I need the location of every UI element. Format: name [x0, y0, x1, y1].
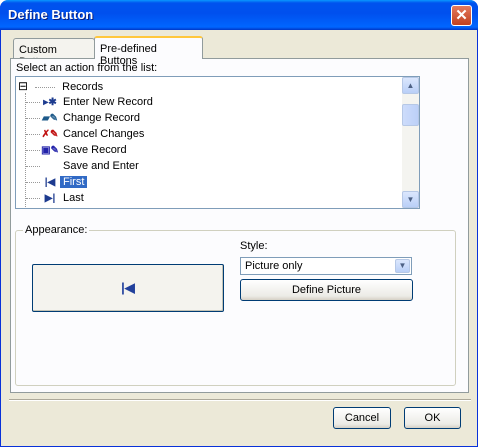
- cancel-button[interactable]: Cancel: [333, 407, 391, 429]
- chevron-down-icon[interactable]: ▼: [395, 259, 410, 273]
- tree-item[interactable]: ▶| Last: [26, 190, 84, 206]
- tree-item[interactable]: ✗✎ Cancel Changes: [26, 126, 144, 142]
- appearance-label: Appearance:: [23, 224, 90, 236]
- collapse-icon[interactable]: ⊟: [18, 78, 32, 94]
- tree-item-label: Last: [63, 192, 84, 204]
- scroll-down-button[interactable]: ▼: [402, 191, 419, 208]
- vertical-scrollbar[interactable]: ▲ ▼: [402, 77, 419, 208]
- style-label: Style:: [240, 240, 268, 252]
- new-record-icon: ▸✱: [43, 97, 57, 108]
- define-picture-button[interactable]: Define Picture: [240, 279, 413, 301]
- tree-item[interactable]: ▣✎ Save Record: [26, 142, 127, 158]
- chevron-down-icon: ▼: [406, 195, 415, 204]
- chevron-up-icon: ▲: [406, 81, 415, 90]
- first-record-icon: |◀: [121, 280, 135, 295]
- first-record-icon: |◀: [44, 177, 56, 188]
- ok-button[interactable]: OK: [404, 407, 461, 429]
- tree-item-label: Save Record: [63, 144, 127, 156]
- tab-custom-button[interactable]: Custom Button: [13, 38, 95, 68]
- tree-item-label: Save and Enter: [63, 160, 139, 172]
- tree-node-records[interactable]: ⊟ Records: [18, 78, 103, 94]
- scroll-up-button[interactable]: ▲: [402, 77, 419, 94]
- tree-item[interactable]: Save and Enter: [26, 158, 139, 174]
- define-button-dialog: Define Button ✕ Custom Button Pre-define…: [0, 0, 478, 447]
- tree-item-label: Cancel Changes: [63, 128, 145, 140]
- save-record-icon: ▣✎: [41, 145, 59, 156]
- scroll-thumb[interactable]: [402, 104, 419, 126]
- tree-item[interactable]: |◀ First: [26, 174, 88, 190]
- title-bar[interactable]: Define Button ✕: [0, 0, 478, 30]
- button-preview: |◀: [32, 264, 224, 312]
- tree-item[interactable]: ▸✱ Enter New Record: [26, 94, 153, 110]
- close-icon: ✕: [455, 7, 468, 24]
- tree-item-label: Change Record: [63, 112, 141, 124]
- last-record-icon: ▶|: [44, 193, 56, 204]
- tree-item-label: Enter New Record: [63, 96, 153, 108]
- close-button[interactable]: ✕: [451, 5, 472, 26]
- tree-node-label: Records: [62, 81, 104, 93]
- tab-predefined-buttons[interactable]: Pre-defined Buttons: [94, 36, 203, 67]
- action-tree[interactable]: ⊟ Records ▸✱ Enter New Record ▰✎ Change Rec…: [15, 76, 420, 209]
- cancel-changes-icon: ✗✎: [41, 129, 59, 140]
- style-select-value: Picture only: [245, 260, 303, 272]
- footer-divider: [9, 399, 471, 401]
- edit-record-icon: ▰✎: [41, 113, 59, 124]
- window-title: Define Button: [8, 7, 94, 22]
- style-select[interactable]: Picture only ▼: [240, 257, 412, 275]
- tree-item-label: First: [60, 176, 88, 188]
- tree-item[interactable]: ▰✎ Change Record: [26, 110, 140, 126]
